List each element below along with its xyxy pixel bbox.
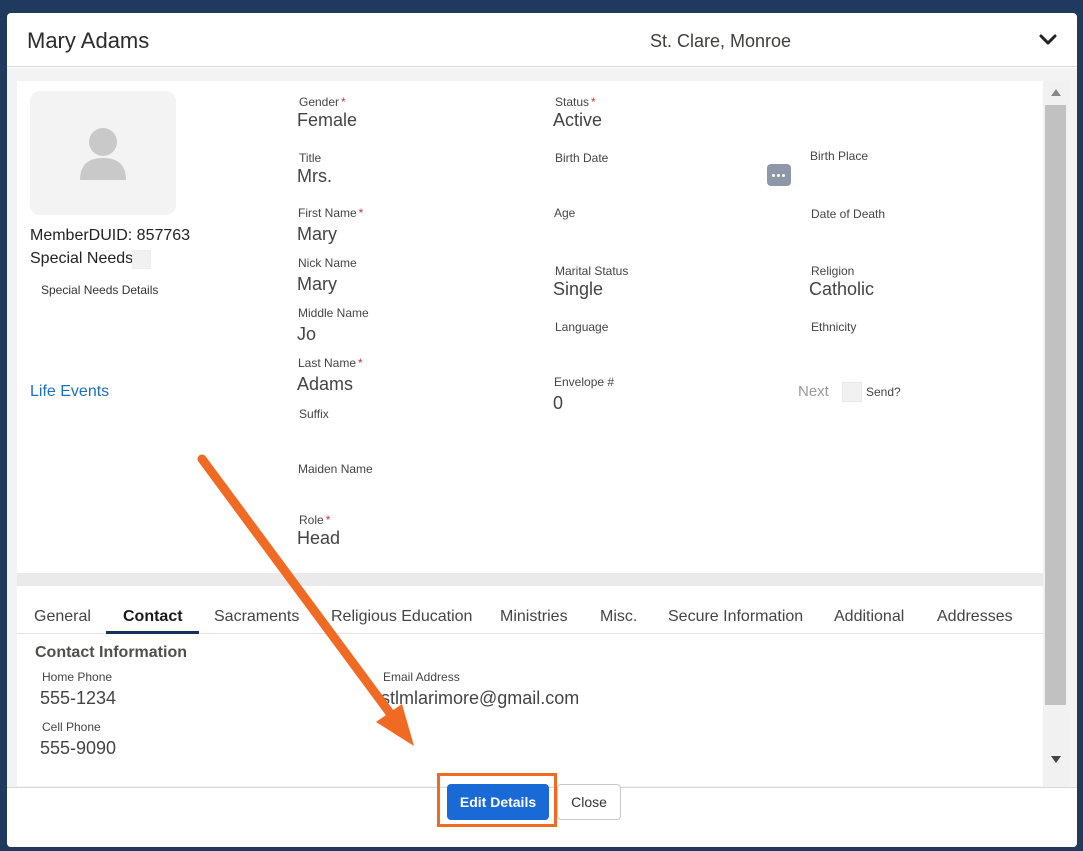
member-detail-panel: MemberDUID: 857763 Special Needs Special… — [17, 81, 1043, 786]
gender-label: Gender * — [299, 95, 346, 109]
section-divider — [17, 573, 1043, 586]
middle-name-label: Middle Name — [298, 306, 369, 320]
role-label: Role * — [299, 513, 331, 527]
tab-religious-education[interactable]: Religious Education — [331, 608, 472, 626]
birth-date-label: Birth Date — [555, 151, 609, 165]
title-label: Title — [299, 151, 322, 165]
home-phone-value: 555-1234 — [40, 688, 117, 708]
maiden-name-label: Maiden Name — [298, 462, 373, 476]
scroll-down-arrow-icon[interactable] — [1051, 756, 1061, 763]
send-checkbox[interactable] — [842, 382, 862, 402]
ethnicity-label: Ethnicity — [811, 320, 857, 334]
suffix-label: Suffix — [299, 407, 329, 421]
nick-name-label: Nick Name — [298, 256, 357, 270]
language-label: Language — [555, 320, 609, 334]
cell-phone-label: Cell Phone — [42, 720, 101, 734]
status-label: Status * — [555, 95, 596, 109]
modal-header: Mary Adams St. Clare, Monroe — [7, 13, 1077, 67]
member-details-modal: Mary Adams St. Clare, Monroe MemberDUID:… — [7, 13, 1077, 847]
envelope-value: 0 — [553, 393, 564, 413]
religion-value: Catholic — [809, 279, 875, 299]
role-value: Head — [297, 528, 341, 548]
title-value: Mrs. — [297, 166, 332, 186]
email-label: Email Address — [383, 670, 460, 684]
tab-ministries[interactable]: Ministries — [500, 608, 568, 626]
special-needs-checkbox[interactable] — [132, 250, 151, 269]
tab-addresses[interactable]: Addresses — [937, 608, 1013, 626]
next-envelope-label: Next — [798, 383, 829, 400]
close-button[interactable]: Close — [557, 784, 621, 820]
more-dots-icon[interactable] — [767, 164, 791, 186]
scroll-up-arrow-icon[interactable] — [1051, 89, 1061, 96]
contact-section-title: Contact Information — [35, 644, 187, 661]
scrollbar-thumb[interactable] — [1045, 105, 1066, 705]
religion-label: Religion — [811, 264, 855, 278]
birth-place-label: Birth Place — [810, 149, 869, 163]
tab-sacraments[interactable]: Sacraments — [214, 608, 299, 626]
middle-name-value: Jo — [297, 324, 317, 344]
tab-general[interactable]: General — [34, 608, 91, 626]
tab-misc[interactable]: Misc. — [600, 608, 637, 626]
modal-title: Mary Adams — [27, 28, 150, 53]
avatar[interactable] — [30, 91, 176, 215]
tab-secure-information[interactable]: Secure Information — [668, 608, 803, 626]
tab-contact[interactable]: Contact — [123, 608, 183, 626]
nick-name-value: Mary — [297, 274, 337, 294]
parish-name: St. Clare, Monroe — [650, 31, 792, 51]
special-needs-details-label: Special Needs Details — [41, 283, 159, 297]
active-tab-indicator — [106, 631, 199, 634]
gender-value: Female — [297, 110, 358, 130]
marital-status-label: Marital Status — [555, 264, 629, 278]
last-name-value: Adams — [297, 374, 354, 394]
special-needs-label: Special Needs — [30, 250, 134, 267]
detail-tabs: General Contact Sacraments Religious Edu… — [17, 586, 1043, 634]
last-name-label: Last Name * — [298, 356, 363, 370]
age-label: Age — [554, 206, 576, 220]
first-name-value: Mary — [297, 224, 337, 244]
member-id: MemberDUID: 857763 — [30, 227, 191, 244]
date-of-death-label: Date of Death — [811, 207, 886, 221]
life-events-link[interactable]: Life Events — [30, 383, 109, 401]
cell-phone-value: 555-9090 — [40, 738, 117, 758]
envelope-label: Envelope # — [554, 375, 615, 389]
email-value: stlmlarimore@gmail.com — [381, 688, 580, 708]
status-value: Active — [553, 110, 603, 130]
edit-details-button[interactable]: Edit Details — [447, 784, 549, 820]
modal-body: MemberDUID: 857763 Special Needs Special… — [7, 68, 1077, 787]
tab-additional[interactable]: Additional — [834, 608, 904, 626]
send-label: Send? — [866, 385, 901, 399]
person-icon — [80, 128, 126, 180]
vertical-scrollbar[interactable] — [1043, 81, 1069, 786]
first-name-label: First Name * — [298, 206, 364, 220]
chevron-down-icon[interactable] — [1037, 31, 1059, 49]
home-phone-label: Home Phone — [42, 670, 113, 684]
marital-status-value: Single — [553, 279, 604, 299]
